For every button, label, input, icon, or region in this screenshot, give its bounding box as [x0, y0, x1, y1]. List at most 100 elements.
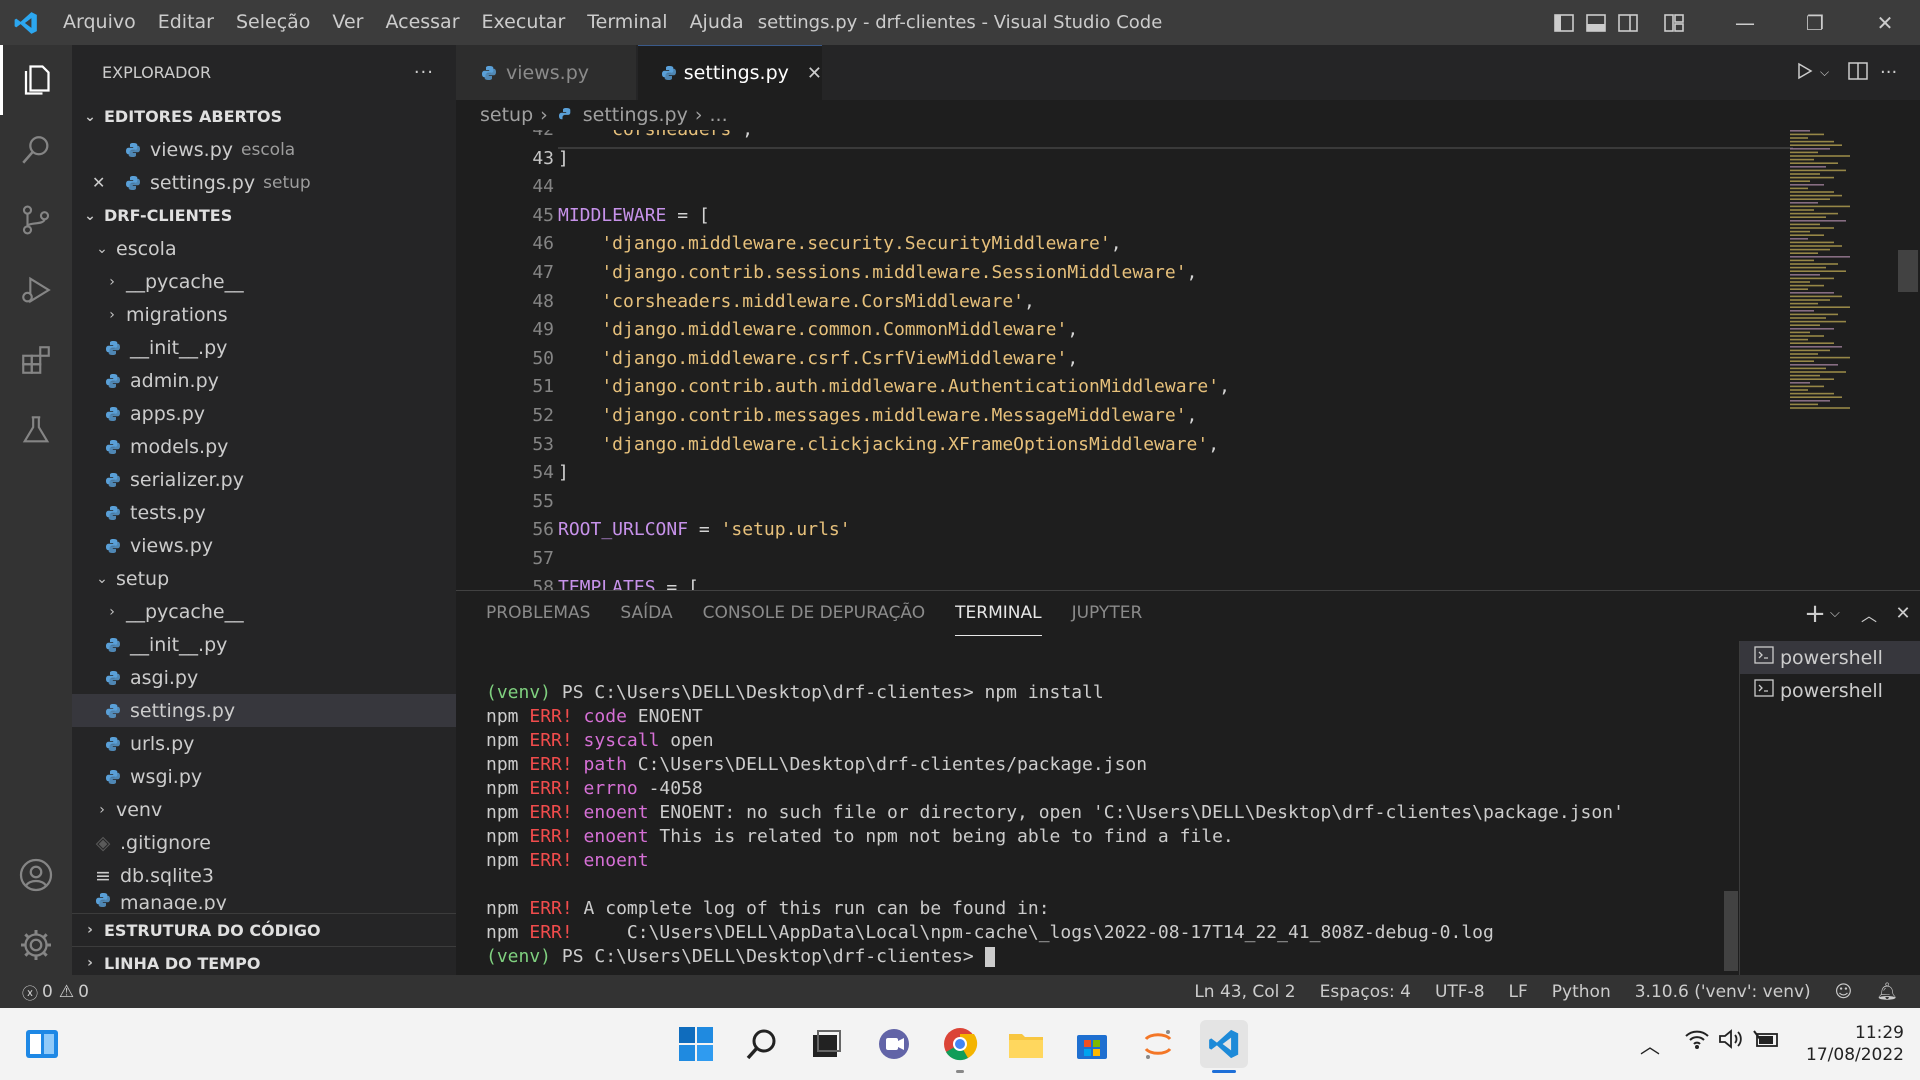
- wifi-icon[interactable]: [1684, 1028, 1710, 1054]
- terminal-list-item[interactable]: powershell: [1740, 641, 1920, 674]
- chrome-icon[interactable]: [936, 1020, 984, 1068]
- menu-item[interactable]: Editar: [147, 0, 225, 45]
- problems-indicator[interactable]: ⓧ 0 ⚠ 0: [22, 980, 89, 1004]
- indentation[interactable]: Espaços: 4: [1320, 982, 1411, 1002]
- minimize-button[interactable]: —: [1710, 0, 1780, 45]
- minimap[interactable]: [1786, 130, 1906, 430]
- menu-item[interactable]: Ajuda: [679, 0, 755, 45]
- panel-tab[interactable]: SAÍDA: [620, 591, 672, 636]
- tab-views-py[interactable]: views.py: [456, 45, 636, 100]
- open-editor-settings-py[interactable]: ✕ settings.py setup: [72, 166, 456, 199]
- open-editor-views-py[interactable]: views.py escola: [72, 133, 456, 166]
- widgets-icon[interactable]: [18, 1020, 66, 1068]
- chevron-down-icon[interactable]: ⌵: [1830, 606, 1852, 621]
- breadcrumb-file[interactable]: settings.py: [583, 104, 688, 126]
- file-explorer-icon[interactable]: [1002, 1020, 1050, 1068]
- run-debug-icon[interactable]: [0, 255, 72, 325]
- jupyter-icon[interactable]: [1134, 1020, 1182, 1068]
- close-tab-icon[interactable]: ✕: [807, 63, 822, 84]
- search-icon[interactable]: [0, 115, 72, 185]
- testing-flask-icon[interactable]: [0, 395, 72, 465]
- section-outline[interactable]: › ESTRUTURA DO CÓDIGO: [72, 913, 456, 946]
- tab-settings-py[interactable]: settings.py ✕: [638, 45, 822, 100]
- file-views-py[interactable]: views.py: [72, 529, 456, 562]
- toggle-secondary-sidebar-icon[interactable]: [1612, 0, 1644, 45]
- terminal-list-item[interactable]: powershell: [1740, 674, 1920, 707]
- folder-escola[interactable]: ⌄ escola: [72, 232, 456, 265]
- editor-more-icon[interactable]: ···: [1880, 62, 1920, 83]
- terminal-scrollbar[interactable]: [1724, 891, 1738, 971]
- battery-icon[interactable]: [1752, 1028, 1780, 1054]
- panel-tab[interactable]: TERMINAL: [955, 591, 1042, 636]
- toggle-panel-icon[interactable]: [1580, 0, 1612, 45]
- extensions-icon[interactable]: [0, 325, 72, 395]
- notifications-bell-icon[interactable]: 🔔︎: [1876, 982, 1898, 1002]
- file-settings-py[interactable]: settings.py: [72, 694, 456, 727]
- close-editor-icon[interactable]: ✕: [92, 173, 105, 192]
- microsoft-store-icon[interactable]: [1068, 1020, 1116, 1068]
- breadcrumb-folder[interactable]: setup: [480, 104, 533, 126]
- menu-item[interactable]: Executar: [471, 0, 577, 45]
- panel-tab[interactable]: JUPYTER: [1072, 591, 1143, 636]
- customize-layout-icon[interactable]: [1658, 0, 1690, 45]
- file-wsgi-py[interactable]: wsgi.py: [72, 760, 456, 793]
- menu-item[interactable]: Ver: [321, 0, 374, 45]
- file-init-py[interactable]: __init__.py: [72, 628, 456, 661]
- file-models-py[interactable]: models.py: [72, 430, 456, 463]
- folder-pycache[interactable]: › __pycache__: [72, 265, 456, 298]
- panel-tab[interactable]: PROBLEMAS: [486, 591, 590, 636]
- file-apps-py[interactable]: apps.py: [72, 397, 456, 430]
- task-view-icon[interactable]: [802, 1020, 850, 1068]
- start-menu-icon[interactable]: [672, 1020, 720, 1068]
- menu-item[interactable]: Terminal: [576, 0, 678, 45]
- folder-venv[interactable]: › venv: [72, 793, 456, 826]
- explorer-icon[interactable]: [0, 45, 72, 115]
- editor-scrollbar[interactable]: [1898, 250, 1918, 292]
- file-db-sqlite3[interactable]: ≡ db.sqlite3: [72, 859, 456, 892]
- search-icon[interactable]: [738, 1020, 786, 1068]
- folder-pycache[interactable]: › __pycache__: [72, 595, 456, 628]
- file-tests-py[interactable]: tests.py: [72, 496, 456, 529]
- code-editor[interactable]: 42 'corsheaders',43]4445MIDDLEWARE = [46…: [456, 130, 1920, 590]
- section-project[interactable]: ⌄ DRF-CLIENTES: [72, 199, 456, 232]
- show-hidden-icons-icon[interactable]: ︿: [1640, 1030, 1660, 1059]
- file-urls-py[interactable]: urls.py: [72, 727, 456, 760]
- more-actions-icon[interactable]: ···: [414, 62, 434, 83]
- terminal-output[interactable]: (venv) PS C:\Users\DELL\Desktop\drf-clie…: [486, 681, 1624, 969]
- menu-item[interactable]: Arquivo: [52, 0, 147, 45]
- chevron-down-icon[interactable]: ⌵: [1820, 65, 1836, 80]
- encoding[interactable]: UTF-8: [1435, 982, 1485, 1002]
- file-asgi-py[interactable]: asgi.py: [72, 661, 456, 694]
- source-control-icon[interactable]: [0, 185, 72, 255]
- clock[interactable]: 11:29 17/08/2022: [1800, 1022, 1904, 1066]
- teams-chat-icon[interactable]: [870, 1020, 918, 1068]
- run-file-icon[interactable]: [1790, 62, 1820, 84]
- file-admin-py[interactable]: admin.py: [72, 364, 456, 397]
- close-window-button[interactable]: ✕: [1850, 0, 1920, 45]
- section-open-editors[interactable]: ⌄ EDITORES ABERTOS: [72, 100, 456, 133]
- language-mode[interactable]: Python: [1552, 982, 1611, 1002]
- menu-item[interactable]: Acessar: [374, 0, 470, 45]
- file-serializer-py[interactable]: serializer.py: [72, 463, 456, 496]
- account-icon[interactable]: [0, 840, 72, 910]
- panel-tab[interactable]: CONSOLE DE DEPURAÇÃO: [703, 591, 926, 636]
- folder-migrations[interactable]: › migrations: [72, 298, 456, 331]
- volume-icon[interactable]: [1718, 1028, 1744, 1054]
- breadcrumb-symbol[interactable]: ...: [709, 104, 727, 126]
- toggle-sidebar-icon[interactable]: [1548, 0, 1580, 45]
- split-editor-icon[interactable]: [1836, 61, 1880, 84]
- maximize-panel-icon[interactable]: ︿: [1852, 602, 1886, 626]
- close-panel-icon[interactable]: ✕: [1886, 603, 1920, 624]
- file-manage-py[interactable]: manage.py: [72, 892, 456, 910]
- cursor-position[interactable]: Ln 43, Col 2: [1194, 982, 1295, 1002]
- folder-setup[interactable]: ⌄ setup: [72, 562, 456, 595]
- vscode-taskbar-icon[interactable]: [1200, 1020, 1248, 1068]
- feedback-icon[interactable]: ☺: [1835, 982, 1853, 1002]
- new-terminal-icon[interactable]: +: [1800, 599, 1830, 629]
- file-gitignore[interactable]: ◈ .gitignore: [72, 826, 456, 859]
- maximize-button[interactable]: ❐: [1780, 0, 1850, 45]
- file-init-py[interactable]: __init__.py: [72, 331, 456, 364]
- end-of-line[interactable]: LF: [1509, 982, 1528, 1002]
- menu-item[interactable]: Seleção: [225, 0, 321, 45]
- python-interpreter[interactable]: 3.10.6 ('venv': venv): [1635, 982, 1811, 1002]
